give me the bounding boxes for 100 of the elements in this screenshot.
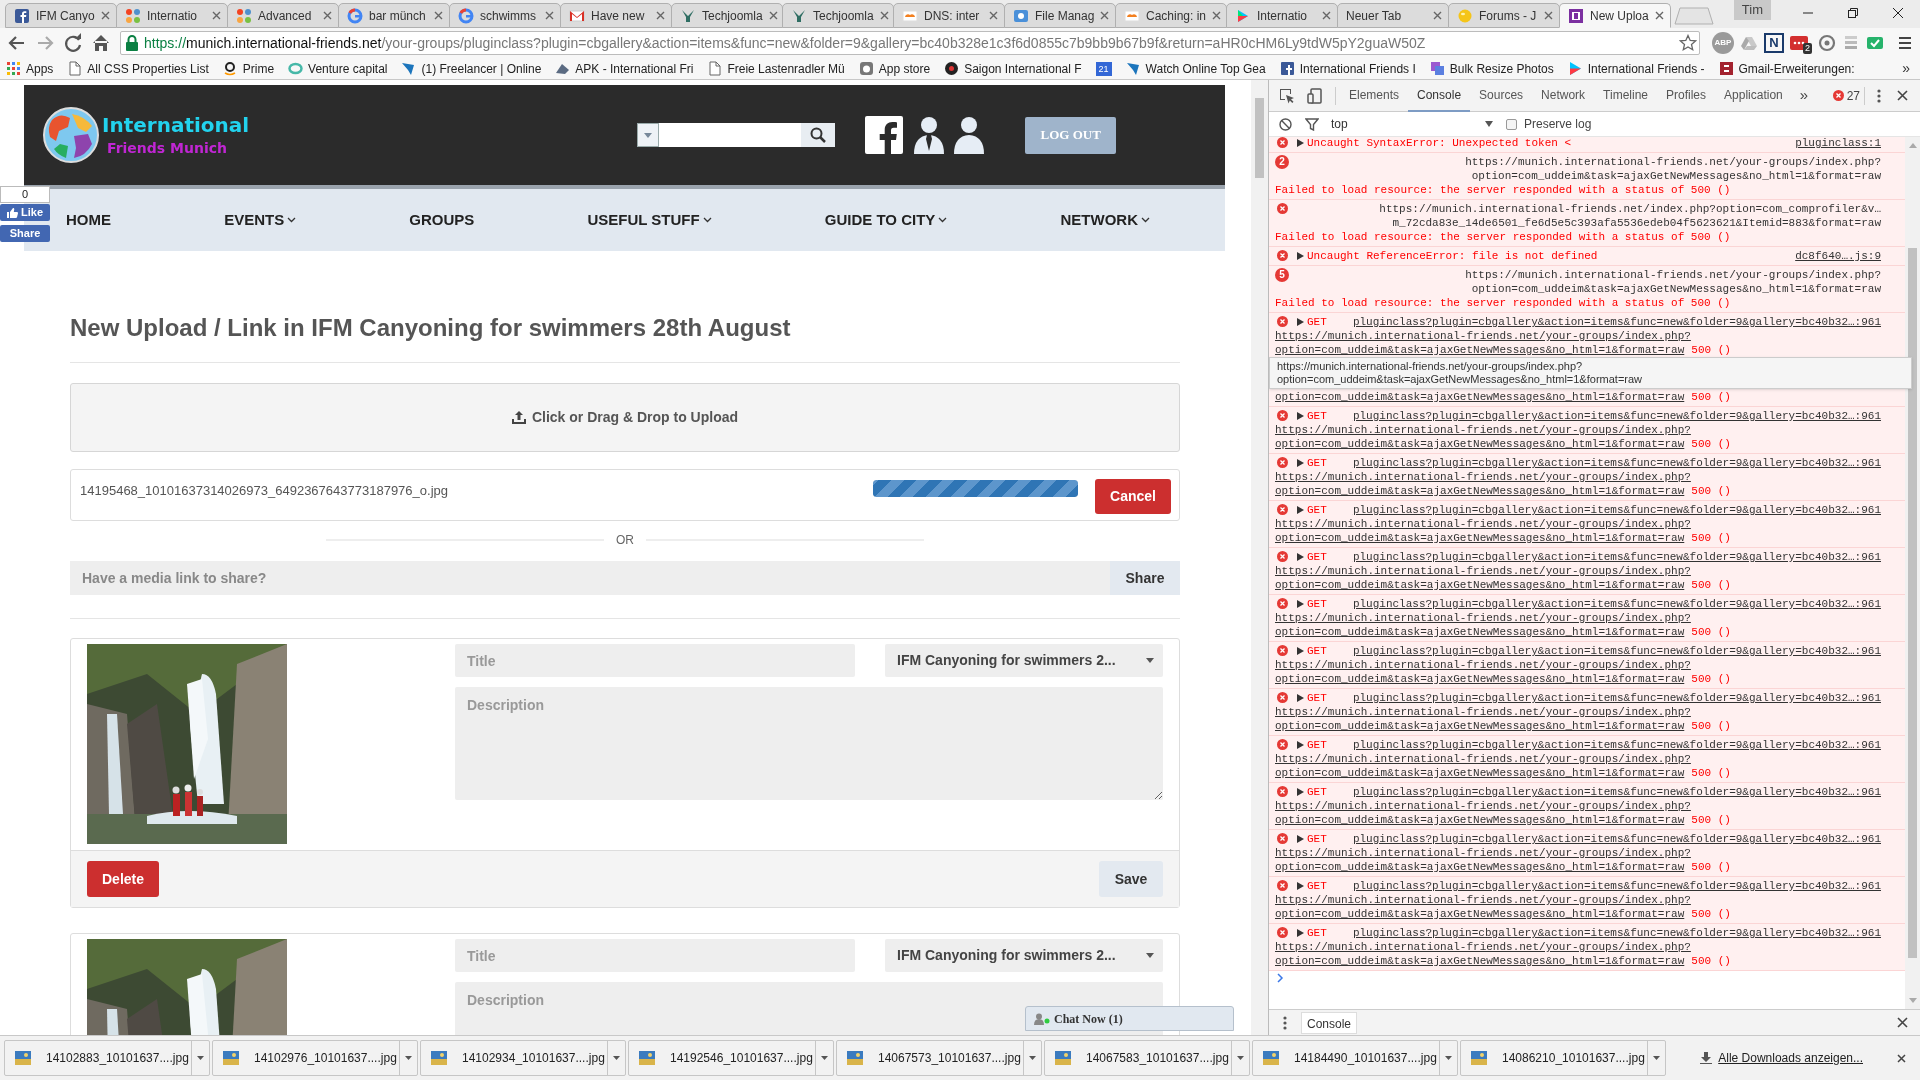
description-field[interactable]: Description: [455, 687, 1163, 800]
share-button[interactable]: Share: [1110, 561, 1180, 595]
bookmark[interactable]: International Friends -: [1567, 59, 1705, 78]
request-url[interactable]: option=com_uddeim&task=ajaxGetNewMessages&no_html=1&format=raw: [1275, 625, 1685, 639]
profile-name[interactable]: Tim: [1733, 0, 1771, 20]
request-url[interactable]: option=com_uddeim&task=ajaxGetNewMessages&no_html=1&format=raw: [1275, 343, 1685, 357]
bookmark[interactable]: Saigon International F: [944, 59, 1082, 78]
nav-item[interactable]: GROUPS: [409, 208, 475, 232]
request-url[interactable]: https://munich.international-friends.net/your-groups/index.php?: [1275, 423, 1691, 437]
request-url[interactable]: option=com_uddeim&task=ajaxGetNewMessages&no_html=1&format=raw: [1275, 954, 1685, 968]
context-selector[interactable]: top: [1331, 115, 1493, 133]
browser-tab[interactable]: bar münch: [338, 3, 450, 28]
cancel-button[interactable]: Cancel: [1095, 479, 1171, 514]
media-link-field[interactable]: Have a media link to share?: [70, 561, 1110, 595]
source-link[interactable]: pluginclass:1: [1795, 137, 1881, 150]
download-item[interactable]: 14086210_10101637....jpg: [1460, 1040, 1666, 1076]
bookmark[interactable]: International Friends I: [1279, 59, 1416, 78]
browser-tab[interactable]: Neuer Tab: [1337, 3, 1449, 28]
request-url[interactable]: https://munich.international-friends.net/your-groups/index.php?: [1275, 564, 1691, 578]
devtools-tab[interactable]: Network: [1532, 79, 1595, 112]
source-link[interactable]: pluginclass?plugin=cbgallery&action=items&func=new&folder=9&gallery=bc40b32…:961: [1352, 503, 1881, 517]
request-url[interactable]: option=com_uddeim&task=ajaxGetNewMessages&no_html=1&format=raw: [1275, 672, 1685, 686]
download-item[interactable]: 14184490_10101637....jpg: [1252, 1040, 1458, 1076]
upload-dropzone[interactable]: Click or Drag & Drop to Upload: [70, 383, 1180, 452]
request-url[interactable]: https://munich.international-friends.net/your-groups/index.php?: [1275, 893, 1691, 907]
request-url[interactable]: option=com_uddeim&task=ajaxGetNewMessages&no_html=1&format=raw: [1275, 390, 1685, 404]
source-link[interactable]: pluginclass?plugin=cbgallery&action=items&func=new&folder=9&gallery=bc40b32…:961: [1352, 644, 1881, 658]
source-link[interactable]: pluginclass?plugin=cbgallery&action=items&func=new&folder=9&gallery=bc40b32…:961: [1352, 315, 1881, 329]
extension-button[interactable]: 2: [1790, 32, 1812, 54]
source-link[interactable]: pluginclass?plugin=cbgallery&action=items&func=new&folder=9&gallery=bc40b32…:961: [1352, 879, 1881, 893]
source-link[interactable]: pluginclass?plugin=cbgallery&action=items&func=new&folder=9&gallery=bc40b32…:961: [1352, 409, 1881, 423]
source-link[interactable]: dc8f640….js:9: [1795, 249, 1881, 263]
request-url[interactable]: option=com_uddeim&task=ajaxGetNewMessages&no_html=1&format=raw: [1275, 907, 1685, 921]
bookmark[interactable]: Apps: [6, 59, 54, 78]
request-url[interactable]: https://munich.international-friends.net/your-groups/index.php?: [1275, 470, 1691, 484]
request-url[interactable]: https://munich.international-friends.net/your-groups/index.php?: [1275, 611, 1691, 625]
nav-item[interactable]: NETWORK: [1060, 208, 1150, 232]
save-button[interactable]: Save: [1099, 861, 1163, 897]
bookmark[interactable]: APK - International Fri: [555, 59, 694, 78]
request-url[interactable]: https://munich.international-friends.net/your-groups/index.php?: [1275, 705, 1691, 719]
title-field[interactable]: Title: [455, 644, 855, 677]
browser-tab[interactable]: New Uploa: [1559, 3, 1671, 28]
devtools-tab[interactable]: Timeline: [1594, 79, 1657, 112]
download-item[interactable]: 14067573_10101637....jpg: [836, 1040, 1042, 1076]
browser-tab[interactable]: Advanced: [227, 3, 339, 28]
source-link[interactable]: pluginclass?plugin=cbgallery&action=items&func=new&folder=9&gallery=bc40b32…:961: [1352, 832, 1881, 846]
download-item[interactable]: 14102934_10101637....jpg: [420, 1040, 626, 1076]
browser-tab[interactable]: Techjoomla: [671, 3, 783, 28]
browser-tab[interactable]: DNS: inter: [893, 3, 1005, 28]
download-item[interactable]: 14102883_10101637....jpg: [4, 1040, 210, 1076]
drawer-tab[interactable]: Console: [1301, 1011, 1358, 1034]
request-url[interactable]: option=com_uddeim&task=ajaxGetNewMessages&no_html=1&format=raw: [1275, 766, 1685, 780]
request-url[interactable]: https://munich.international-friends.net/your-groups/index.php?: [1275, 752, 1691, 766]
share-button[interactable]: Share: [0, 225, 50, 242]
devtools-tab[interactable]: Elements: [1340, 79, 1409, 112]
devtools-tab[interactable]: Application: [1715, 79, 1792, 112]
request-url[interactable]: https://munich.international-friends.net/your-groups/index.php?: [1275, 329, 1691, 343]
chat-tab[interactable]: Chat Now (1): [1025, 1006, 1234, 1031]
nav-item[interactable]: HOME: [66, 208, 111, 232]
request-url[interactable]: https://munich.international-friends.net/your-groups/index.php?: [1275, 517, 1691, 531]
browser-tab[interactable]: schwimms: [449, 3, 561, 28]
download-item[interactable]: 14192546_10101637....jpg: [628, 1040, 834, 1076]
source-link[interactable]: pluginclass?plugin=cbgallery&action=items&func=new&folder=9&gallery=bc40b32…:961: [1352, 597, 1881, 611]
request-url[interactable]: option=com_uddeim&task=ajaxGetNewMessages&no_html=1&format=raw: [1275, 531, 1685, 545]
source-link[interactable]: pluginclass?plugin=cbgallery&action=items&func=new&folder=9&gallery=bc40b32…:961: [1352, 550, 1881, 564]
source-link[interactable]: pluginclass?plugin=cbgallery&action=items&func=new&folder=9&gallery=bc40b32…:961: [1352, 456, 1881, 470]
like-button[interactable]: Like: [0, 204, 50, 221]
delete-button[interactable]: Delete: [87, 861, 159, 897]
bookmark[interactable]: Watch Online Top Gea: [1125, 59, 1266, 78]
request-url[interactable]: option=com_uddeim&task=ajaxGetNewMessages&no_html=1&format=raw: [1275, 437, 1685, 451]
extension-button[interactable]: N: [1764, 33, 1784, 53]
request-url[interactable]: https://munich.international-friends.net/your-groups/index.php?: [1275, 799, 1691, 813]
title-field[interactable]: Title: [455, 939, 855, 972]
folder-dropdown[interactable]: IFM Canyoning for swimmers 2...: [885, 644, 1163, 677]
folder-dropdown[interactable]: IFM Canyoning for swimmers 2...: [885, 939, 1163, 972]
request-url[interactable]: option=com_uddeim&task=ajaxGetNewMessages&no_html=1&format=raw: [1275, 860, 1685, 874]
bookmark[interactable]: Prime: [222, 59, 275, 78]
browser-tab[interactable]: Forums - J: [1448, 3, 1560, 28]
source-link[interactable]: pluginclass?plugin=cbgallery&action=items&func=new&folder=9&gallery=bc40b32…:961: [1352, 785, 1881, 799]
request-url[interactable]: option=com_uddeim&task=ajaxGetNewMessages&no_html=1&format=raw: [1275, 719, 1685, 733]
bookmark[interactable]: Venture capital: [288, 59, 388, 78]
browser-tab[interactable]: Internatio: [1226, 3, 1338, 28]
browser-tab[interactable]: Have new: [560, 3, 672, 28]
request-url[interactable]: option=com_uddeim&task=ajaxGetNewMessages&no_html=1&format=raw: [1275, 813, 1685, 827]
source-link[interactable]: pluginclass?plugin=cbgallery&action=items&func=new&folder=9&gallery=bc40b32…:961: [1352, 691, 1881, 705]
browser-tab[interactable]: Internatio: [116, 3, 228, 28]
nav-item[interactable]: GUIDE TO CITY: [824, 208, 948, 232]
download-item[interactable]: 14102976_10101637....jpg: [212, 1040, 418, 1076]
bookmark[interactable]: Gmail-Erweiterungen:: [1718, 59, 1855, 78]
devtools-tab[interactable]: Profiles: [1657, 79, 1716, 112]
browser-tab[interactable]: Caching: in: [1115, 3, 1227, 28]
bookmark[interactable]: Freie Lastenradler Mü: [707, 59, 845, 78]
more-bookmarks-button[interactable]: »: [1902, 58, 1910, 79]
address-bar[interactable]: https://munich.international-friends.net/your-groups/pluginclass?plugin=cbgallery&action=items&func=new&folder=9&gallery=bc40b328e1c3f6d0855c7b9bb9b67b9f&return=aHR0cHM6Ly9tdW5pY2guaW50Z: [120, 31, 1700, 55]
browser-tab[interactable]: IFM Canyo: [5, 3, 117, 28]
nav-item[interactable]: EVENTS: [224, 208, 297, 232]
more-tabs-button[interactable]: »: [1799, 84, 1809, 107]
browser-tab[interactable]: File Manag: [1004, 3, 1116, 28]
bookmark[interactable]: (1) Freelancer | Online: [401, 59, 542, 78]
error-counter[interactable]: 27: [1832, 86, 1860, 105]
